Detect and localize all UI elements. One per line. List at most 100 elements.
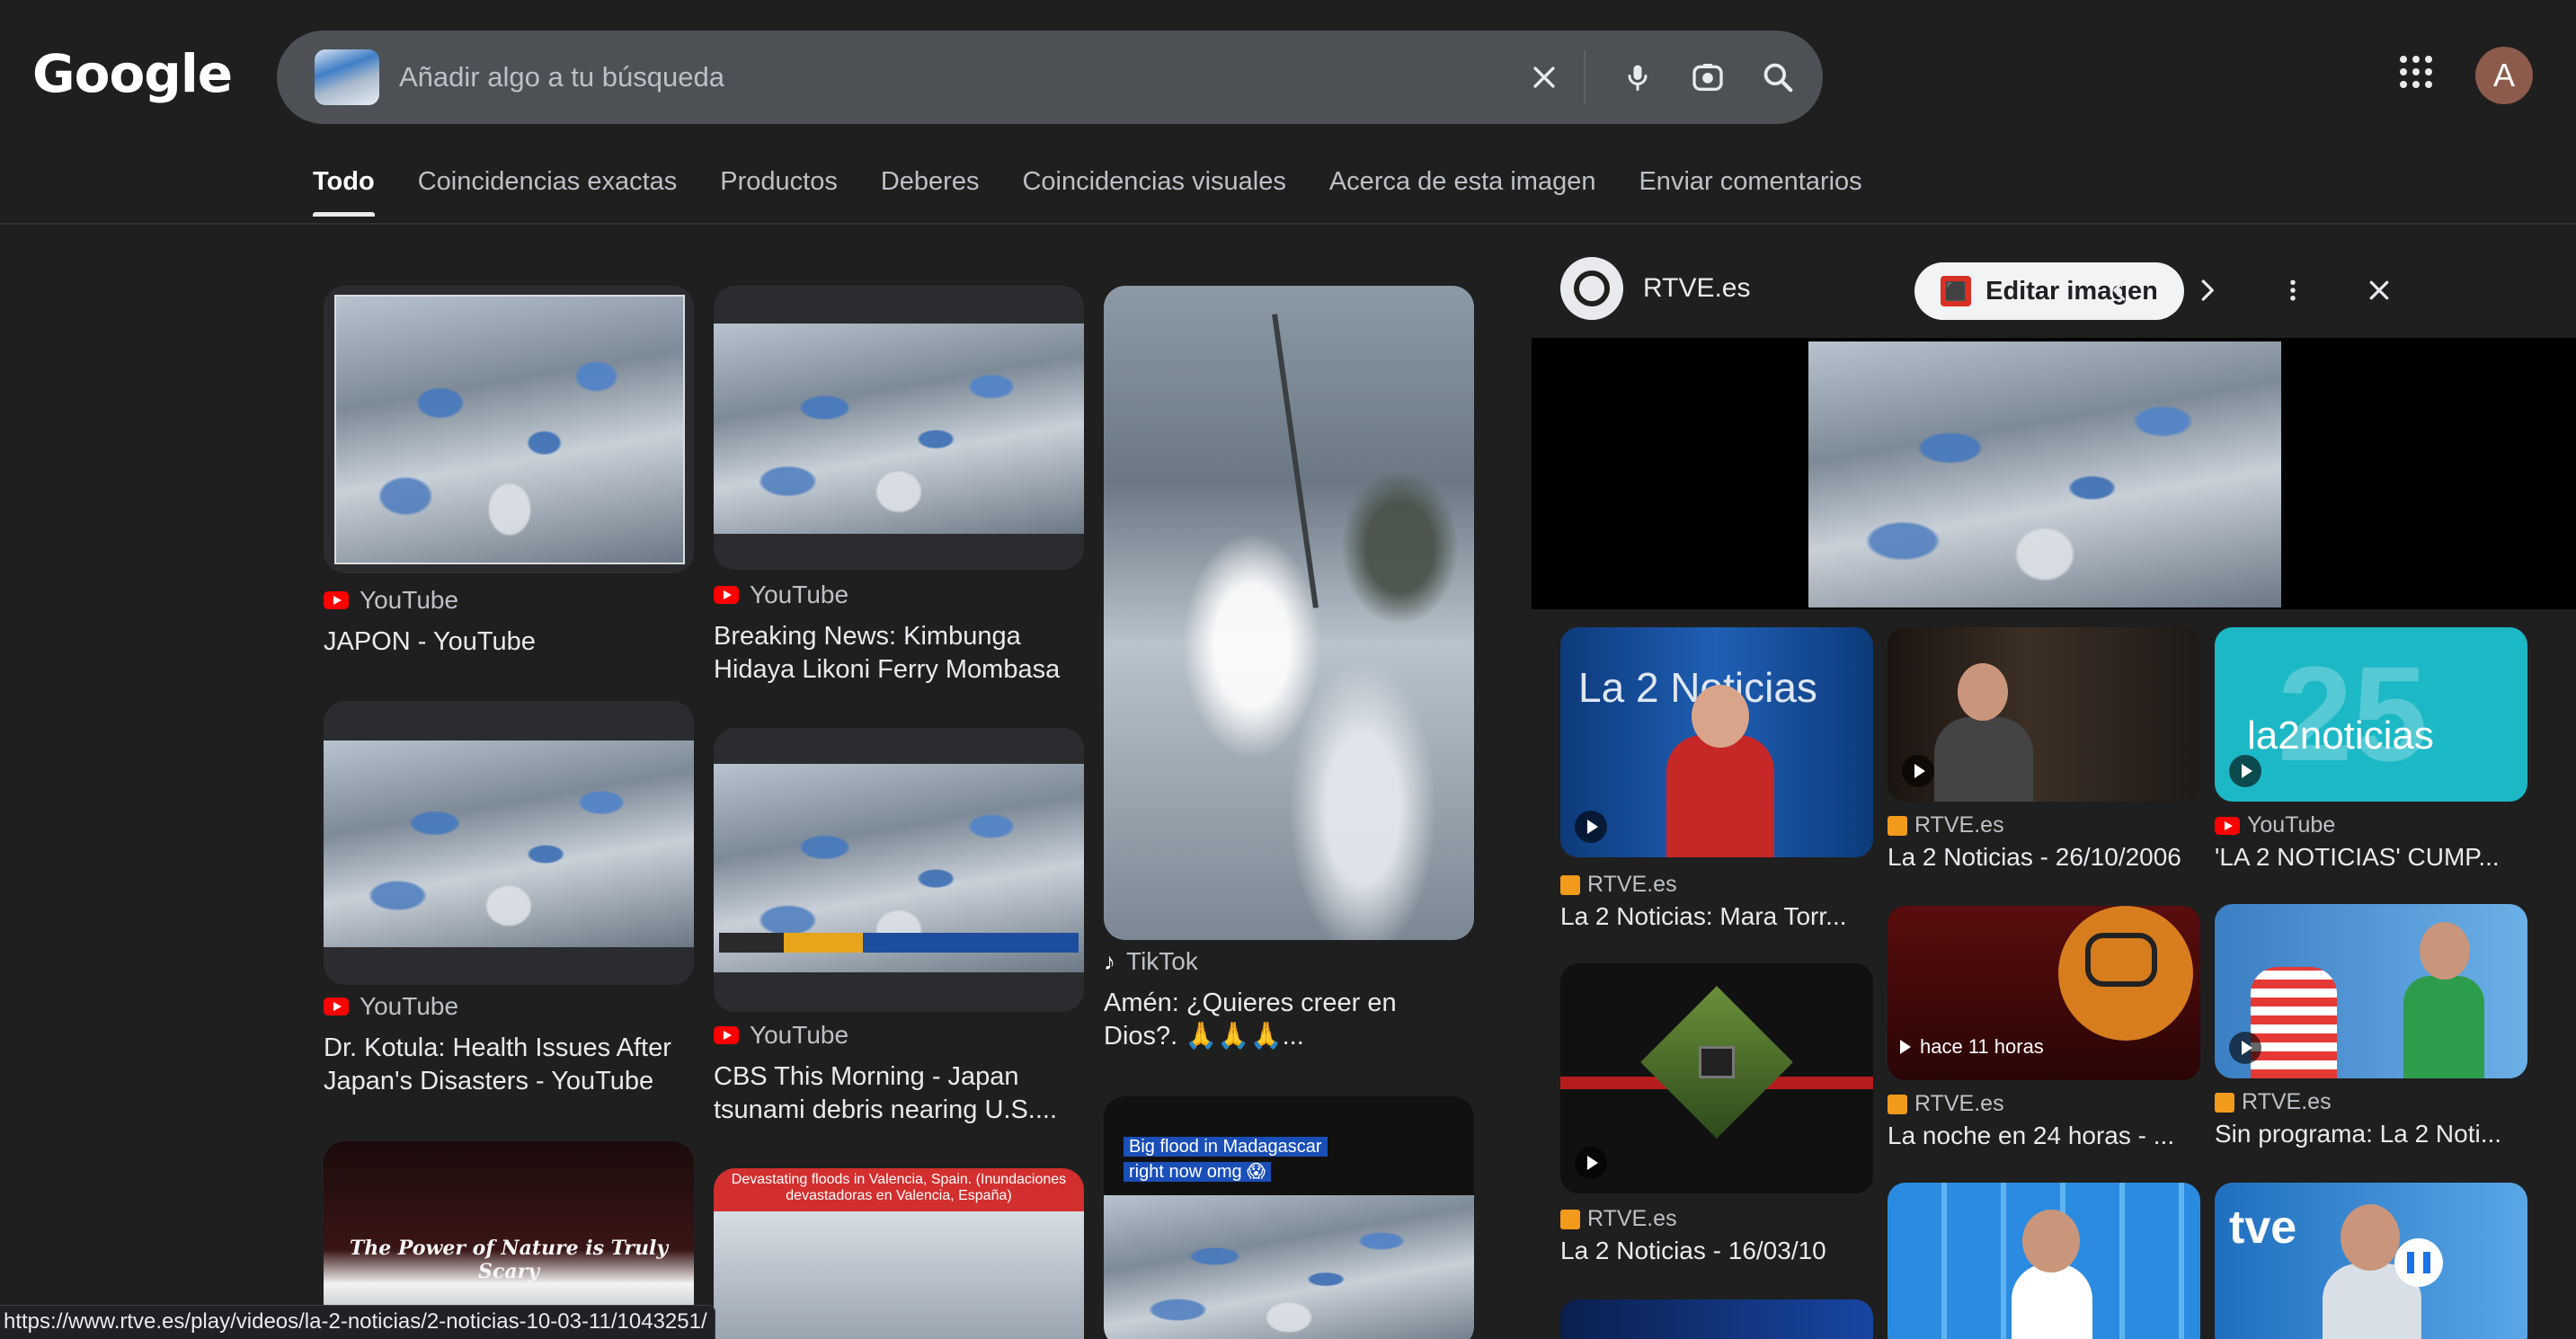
related-title[interactable]: La 2 Noticias - 26/10/2006: [1888, 843, 2200, 872]
tab-todo[interactable]: Todo: [313, 167, 375, 217]
thumbnail-caption: Big flood in Madagascar right now omg 😱: [1124, 1134, 1357, 1184]
related-source[interactable]: YouTube: [2215, 812, 2335, 838]
related-title[interactable]: La 2 Noticias: Mara Torr...: [1560, 902, 1873, 931]
edit-image-button[interactable]: ⬛ Editar imagen: [1914, 262, 2184, 320]
result-thumbnail[interactable]: [1104, 286, 1474, 940]
result-card[interactable]: YouTube Dr. Kotula: Health Issues After …: [324, 701, 694, 1114]
result-source[interactable]: YouTube: [714, 1021, 848, 1050]
apps-grid-icon[interactable]: [2400, 56, 2432, 88]
image-detail-panel: RTVE.es ⬛ Editar imagen La 2 Noticias RT…: [1532, 243, 2576, 1339]
tab-exact-matches[interactable]: Coincidencias exactas: [418, 167, 678, 217]
microphone-icon[interactable]: [1614, 54, 1661, 101]
previous-icon[interactable]: [2098, 268, 2143, 313]
related-source[interactable]: RTVE.es: [1560, 872, 1677, 898]
result-card[interactable]: ♪ TikTok Amén: ¿Quieres creer en Dios?. …: [1104, 286, 1474, 1059]
rtve-icon: [1888, 815, 1907, 836]
search-image-thumbnail[interactable]: [315, 49, 379, 105]
result-source[interactable]: ♪ TikTok: [1104, 947, 1198, 976]
result-card[interactable]: Big flood in Madagascar right now omg 😱: [1104, 1096, 1474, 1339]
related-source[interactable]: RTVE.es: [1888, 1091, 2004, 1117]
thumbnail-caption: The Power of Nature is Truly Scary: [349, 1237, 669, 1283]
rtve-icon: [1560, 1209, 1580, 1229]
result-thumbnail[interactable]: [714, 286, 1084, 570]
related-thumbnail[interactable]: [1560, 1299, 1873, 1339]
lens-camera-icon[interactable]: [1684, 54, 1731, 101]
tab-send-feedback[interactable]: Enviar comentarios: [1639, 167, 1861, 217]
result-thumbnail[interactable]: Devastating floods in Valencia, Spain. (…: [714, 1168, 1084, 1339]
image-preview[interactable]: [1532, 338, 2576, 609]
panel-header: RTVE.es ⬛ Editar imagen: [1532, 243, 2576, 338]
result-card[interactable]: The Power of Nature is Truly Scary: [324, 1141, 694, 1339]
panel-site-name[interactable]: RTVE.es: [1643, 273, 1751, 304]
tab-about-image[interactable]: Acerca de esta imagen: [1329, 167, 1596, 217]
related-thumbnail[interactable]: [2215, 904, 2527, 1078]
tab-products[interactable]: Productos: [720, 167, 838, 217]
thumbnail-caption: la2noticias: [2247, 714, 2434, 758]
pdf-editor-icon: ⬛: [1941, 276, 1972, 306]
related-title[interactable]: 'LA 2 NOTICIAS' CUMP...: [2215, 843, 2527, 872]
related-thumbnail[interactable]: [1888, 1183, 2200, 1339]
preview-image: [1808, 341, 2281, 607]
related-source[interactable]: RTVE.es: [2215, 1089, 2332, 1115]
youtube-icon: [2215, 816, 2240, 835]
related-thumbnail[interactable]: La 2 Noticias: [1560, 627, 1873, 857]
search-divider: [1584, 50, 1586, 104]
next-icon[interactable]: [2184, 268, 2229, 313]
tab-homework[interactable]: Deberes: [881, 167, 980, 217]
site-favicon: [1560, 257, 1623, 320]
related-title[interactable]: Sin programa: La 2 Noti...: [2215, 1120, 2527, 1148]
result-title[interactable]: Breaking News: Kimbunga Hidaya Likoni Fe…: [714, 620, 1084, 688]
related-title[interactable]: La noche en 24 horas - ...: [1888, 1122, 2200, 1150]
result-card[interactable]: YouTube Breaking News: Kimbunga Hidaya L…: [714, 286, 1084, 699]
result-card[interactable]: YouTube JAPON - YouTube: [324, 286, 694, 663]
tiktok-icon: ♪: [1104, 947, 1115, 975]
related-source[interactable]: RTVE.es: [1560, 1206, 1677, 1232]
account-avatar[interactable]: A: [2475, 47, 2533, 104]
result-title[interactable]: JAPON - YouTube: [324, 625, 694, 659]
more-options-icon[interactable]: [2270, 268, 2315, 313]
play-icon: [1902, 755, 1934, 787]
play-icon: [1575, 1147, 1607, 1179]
link-status-bar: https://www.rtve.es/play/videos/la-2-not…: [0, 1305, 715, 1339]
pause-icon[interactable]: [2394, 1238, 2443, 1287]
google-logo[interactable]: Google: [32, 43, 233, 104]
related-thumbnail[interactable]: 25 la2noticias: [2215, 627, 2527, 802]
result-source[interactable]: YouTube: [324, 586, 458, 615]
result-title[interactable]: CBS This Morning - Japan tsunami debris …: [714, 1060, 1084, 1129]
result-title[interactable]: Dr. Kotula: Health Issues After Japan's …: [324, 1032, 694, 1100]
play-icon: [1575, 811, 1607, 843]
thumbnail-caption: Devastating floods in Valencia, Spain. (…: [731, 1172, 1067, 1203]
rtve-icon: [1888, 1094, 1907, 1114]
result-source[interactable]: YouTube: [714, 581, 848, 609]
rtve-icon: [1560, 874, 1580, 895]
rtve-icon: [2215, 1092, 2234, 1113]
search-bar: [277, 31, 1823, 124]
result-thumbnail[interactable]: [714, 728, 1084, 1012]
youtube-icon: [324, 591, 349, 609]
related-title[interactable]: La 2 Noticias - 16/03/10: [1560, 1237, 1873, 1265]
result-card[interactable]: Devastating floods in Valencia, Spain. (…: [714, 1168, 1084, 1339]
time-badge: hace 11 horas: [1900, 1035, 2044, 1059]
result-title[interactable]: Amén: ¿Quieres creer en Dios?. 🙏🙏🙏...: [1104, 987, 1474, 1055]
play-icon: [2229, 755, 2261, 787]
result-source[interactable]: YouTube: [324, 992, 458, 1021]
result-thumbnail[interactable]: [324, 286, 694, 573]
related-thumbnail[interactable]: tve: [2215, 1183, 2527, 1339]
youtube-icon: [714, 586, 739, 604]
clear-icon[interactable]: [1521, 54, 1568, 101]
close-icon[interactable]: [2357, 268, 2402, 313]
result-thumbnail[interactable]: [324, 701, 694, 985]
search-icon[interactable]: [1754, 54, 1801, 101]
related-source[interactable]: RTVE.es: [1888, 812, 2004, 838]
youtube-icon: [324, 998, 349, 1015]
play-icon: [2229, 1032, 2261, 1064]
related-thumbnail[interactable]: hace 11 horas: [1888, 906, 2200, 1080]
related-thumbnail[interactable]: [1888, 627, 2200, 802]
filter-tabs: Todo Coincidencias exactas Productos Deb…: [313, 167, 1862, 217]
header-divider: [0, 223, 2576, 225]
tab-visual-matches[interactable]: Coincidencias visuales: [1022, 167, 1285, 217]
result-thumbnail[interactable]: Big flood in Madagascar right now omg 😱: [1104, 1096, 1474, 1339]
related-thumbnail[interactable]: [1560, 963, 1873, 1193]
youtube-icon: [714, 1026, 739, 1044]
result-card[interactable]: YouTube CBS This Morning - Japan tsunami…: [714, 728, 1084, 1141]
